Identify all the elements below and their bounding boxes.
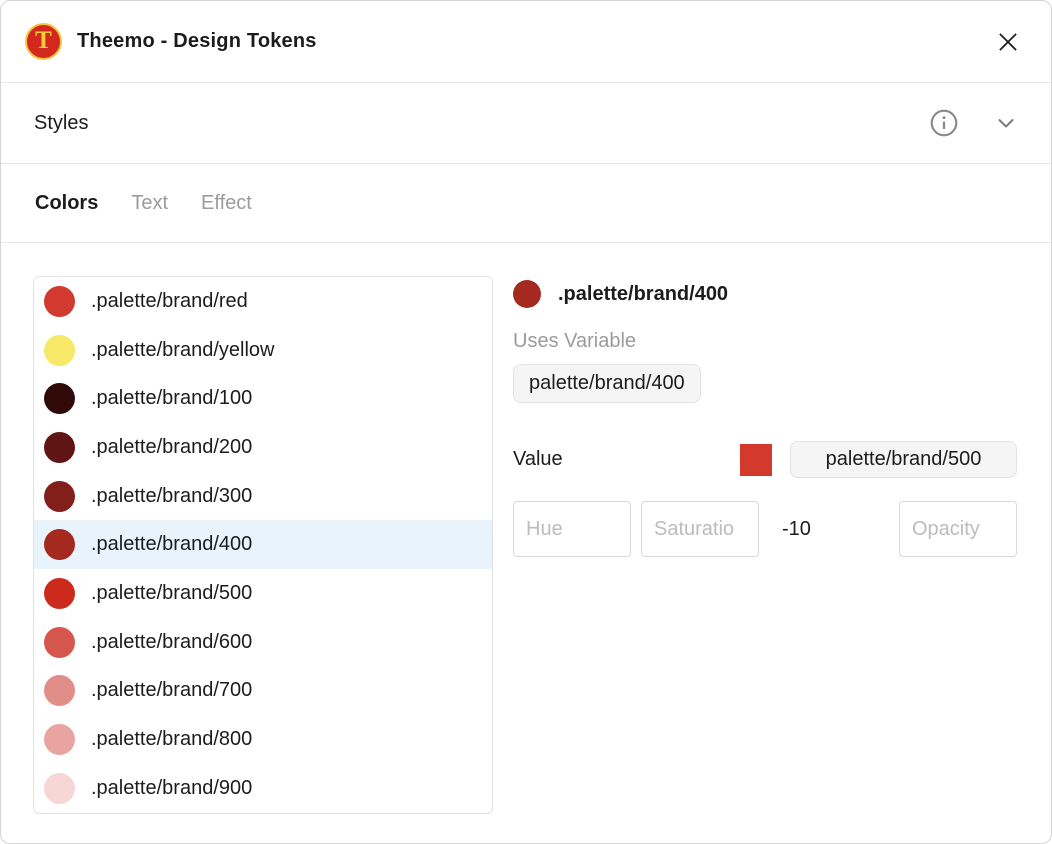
detail-header: .palette/brand/400 bbox=[513, 280, 1017, 308]
window-title: Theemo - Design Tokens bbox=[77, 30, 317, 53]
lightness-input[interactable] bbox=[769, 501, 887, 557]
detail-style-name: .palette/brand/400 bbox=[558, 283, 728, 306]
color-swatch-icon bbox=[44, 286, 75, 317]
color-swatch-icon bbox=[44, 335, 75, 366]
color-style-name: .palette/brand/100 bbox=[91, 387, 252, 410]
styles-section-title: Styles bbox=[34, 112, 88, 135]
value-variable-badge[interactable]: palette/brand/500 bbox=[790, 441, 1017, 478]
style-type-tabs: Colors Text Effect bbox=[1, 164, 1051, 243]
color-swatch-icon bbox=[44, 529, 75, 560]
title-bar: T Theemo - Design Tokens bbox=[1, 1, 1051, 83]
collapse-section-button[interactable] bbox=[991, 108, 1021, 138]
color-swatch-icon bbox=[44, 675, 75, 706]
tab-effect[interactable]: Effect bbox=[201, 192, 252, 215]
color-style-row[interactable]: .palette/brand/700 bbox=[34, 667, 492, 716]
hue-input[interactable] bbox=[513, 501, 631, 557]
detail-color-swatch-icon bbox=[513, 280, 541, 308]
color-swatch-icon bbox=[44, 432, 75, 463]
tab-colors[interactable]: Colors bbox=[35, 192, 98, 215]
color-swatch-icon bbox=[44, 627, 75, 658]
color-style-row[interactable]: .palette/brand/900 bbox=[34, 764, 492, 813]
color-style-row[interactable]: .palette/brand/300 bbox=[34, 472, 492, 521]
color-style-name: .palette/brand/500 bbox=[91, 582, 252, 605]
styles-section-header: Styles bbox=[1, 83, 1051, 164]
variable-badge[interactable]: palette/brand/400 bbox=[513, 364, 701, 403]
color-style-name: .palette/brand/900 bbox=[91, 777, 252, 800]
color-style-name: .palette/brand/400 bbox=[91, 533, 252, 556]
color-style-row[interactable]: .palette/brand/200 bbox=[34, 423, 492, 472]
color-swatch-icon bbox=[44, 383, 75, 414]
chevron-down-icon bbox=[992, 109, 1020, 137]
tab-text[interactable]: Text bbox=[131, 192, 168, 215]
opacity-input[interactable] bbox=[899, 501, 1017, 557]
color-style-row[interactable]: .palette/brand/100 bbox=[34, 374, 492, 423]
color-swatch-icon bbox=[44, 773, 75, 804]
color-swatch-icon bbox=[44, 578, 75, 609]
value-row: Value palette/brand/500 bbox=[513, 441, 1017, 478]
transform-inputs-row bbox=[513, 501, 1017, 557]
value-color-swatch-icon bbox=[740, 444, 772, 476]
color-style-row[interactable]: .palette/brand/red bbox=[34, 277, 492, 326]
content-area: .palette/brand/red .palette/brand/yellow.… bbox=[1, 243, 1051, 843]
saturation-input[interactable] bbox=[641, 501, 759, 557]
uses-variable-label: Uses Variable bbox=[513, 330, 1017, 353]
color-style-name: .palette/brand/yellow bbox=[91, 339, 274, 362]
color-style-name: .palette/brand/600 bbox=[91, 631, 252, 654]
color-style-name: .palette/brand/300 bbox=[91, 485, 252, 508]
close-icon bbox=[993, 27, 1023, 57]
color-style-name: .palette/brand/700 bbox=[91, 679, 252, 702]
plugin-window: T Theemo - Design Tokens Styles bbox=[0, 0, 1052, 844]
color-style-name: .palette/brand/200 bbox=[91, 436, 252, 459]
info-button[interactable] bbox=[927, 106, 961, 140]
theemo-logo-icon: T bbox=[25, 23, 62, 60]
style-detail-panel: .palette/brand/400 Uses Variable palette… bbox=[513, 276, 1017, 843]
color-swatch-icon bbox=[44, 724, 75, 755]
color-style-list: .palette/brand/red .palette/brand/yellow.… bbox=[33, 276, 493, 814]
color-style-name: .palette/brand/red bbox=[91, 290, 248, 313]
color-style-name: .palette/brand/800 bbox=[91, 728, 252, 751]
info-icon bbox=[928, 107, 960, 139]
color-style-row[interactable]: .palette/brand/600 bbox=[34, 618, 492, 667]
color-style-row[interactable]: .palette/brand/800 bbox=[34, 715, 492, 764]
close-button[interactable] bbox=[991, 25, 1025, 59]
color-swatch-icon bbox=[44, 481, 75, 512]
value-label: Value bbox=[513, 448, 563, 471]
color-style-row[interactable]: .palette/brand/500 bbox=[34, 569, 492, 618]
color-style-row[interactable]: .palette/brand/400 bbox=[34, 520, 492, 569]
color-style-row[interactable]: .palette/brand/yellow bbox=[34, 326, 492, 375]
